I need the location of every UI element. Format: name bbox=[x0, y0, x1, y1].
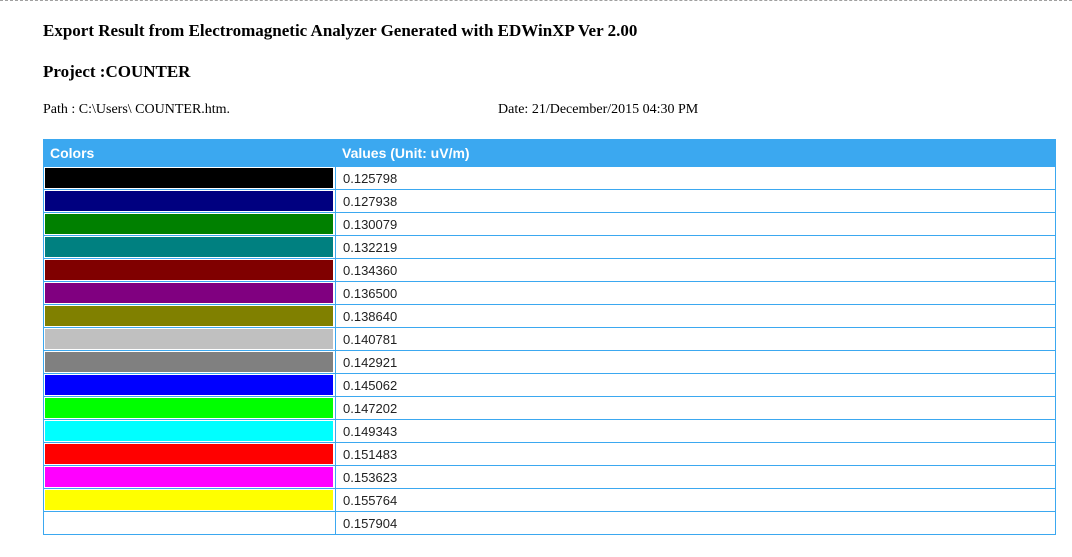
color-swatch bbox=[45, 214, 333, 234]
value-cell: 0.130079 bbox=[335, 212, 1056, 236]
value-cell: 0.138640 bbox=[335, 304, 1056, 328]
table-body: 0.125798 0.127938 0.130079 0.132219 0.134360… bbox=[43, 166, 1056, 535]
value-cell: 0.151483 bbox=[335, 442, 1056, 466]
color-swatch bbox=[45, 421, 333, 441]
color-cell bbox=[43, 235, 336, 259]
color-cell bbox=[43, 419, 336, 443]
color-cell bbox=[43, 304, 336, 328]
table-row: 0.157904 bbox=[43, 511, 1056, 535]
color-swatch bbox=[45, 237, 333, 257]
color-swatch bbox=[45, 444, 333, 464]
color-swatch bbox=[45, 398, 333, 418]
color-cell bbox=[43, 373, 336, 397]
top-divider bbox=[0, 0, 1072, 1]
color-swatch bbox=[45, 329, 333, 349]
color-swatch bbox=[45, 513, 333, 533]
color-cell bbox=[43, 166, 336, 190]
table-row: 0.155764 bbox=[43, 488, 1056, 512]
results-table: Colors Values (Unit: uV/m) 0.125798 0.127… bbox=[43, 139, 1056, 535]
colors-column-header: Colors bbox=[43, 139, 336, 167]
color-swatch bbox=[45, 191, 333, 211]
color-cell bbox=[43, 327, 336, 351]
value-cell: 0.145062 bbox=[335, 373, 1056, 397]
color-cell bbox=[43, 465, 336, 489]
value-cell: 0.127938 bbox=[335, 189, 1056, 213]
color-swatch bbox=[45, 490, 333, 510]
color-cell bbox=[43, 189, 336, 213]
value-cell: 0.125798 bbox=[335, 166, 1056, 190]
color-cell bbox=[43, 511, 336, 535]
file-path: Path : C:\Users\ COUNTER.htm. bbox=[43, 102, 231, 117]
values-column-header: Values (Unit: uV/m) bbox=[335, 139, 1056, 167]
value-cell: 0.149343 bbox=[335, 419, 1056, 443]
table-row: 0.138640 bbox=[43, 304, 1056, 328]
value-cell: 0.132219 bbox=[335, 235, 1056, 259]
project-name: Project :COUNTER bbox=[43, 62, 191, 81]
color-swatch bbox=[45, 168, 333, 188]
value-cell: 0.142921 bbox=[335, 350, 1056, 374]
value-cell: 0.134360 bbox=[335, 258, 1056, 282]
color-cell bbox=[43, 212, 336, 236]
color-swatch bbox=[45, 467, 333, 487]
table-row: 0.151483 bbox=[43, 442, 1056, 466]
value-cell: 0.140781 bbox=[335, 327, 1056, 351]
table-header-row: Colors Values (Unit: uV/m) bbox=[43, 139, 1056, 167]
table-row: 0.149343 bbox=[43, 419, 1056, 443]
color-cell bbox=[43, 396, 336, 420]
value-cell: 0.155764 bbox=[335, 488, 1056, 512]
value-cell: 0.136500 bbox=[335, 281, 1056, 305]
table-row: 0.132219 bbox=[43, 235, 1056, 259]
color-swatch bbox=[45, 260, 333, 280]
table-row: 0.147202 bbox=[43, 396, 1056, 420]
color-swatch bbox=[45, 375, 333, 395]
color-swatch bbox=[45, 306, 333, 326]
table-row: 0.153623 bbox=[43, 465, 1056, 489]
table-row: 0.145062 bbox=[43, 373, 1056, 397]
table-row: 0.125798 bbox=[43, 166, 1056, 190]
value-cell: 0.157904 bbox=[335, 511, 1056, 535]
table-row: 0.130079 bbox=[43, 212, 1056, 236]
color-cell bbox=[43, 442, 336, 466]
table-row: 0.136500 bbox=[43, 281, 1056, 305]
table-row: 0.127938 bbox=[43, 189, 1056, 213]
value-cell: 0.153623 bbox=[335, 465, 1056, 489]
color-cell bbox=[43, 258, 336, 282]
table-row: 0.140781 bbox=[43, 327, 1056, 351]
color-cell bbox=[43, 488, 336, 512]
table-row: 0.134360 bbox=[43, 258, 1056, 282]
color-cell bbox=[43, 281, 336, 305]
color-swatch bbox=[45, 352, 333, 372]
color-swatch bbox=[45, 283, 333, 303]
page-title: Export Result from Electromagnetic Analy… bbox=[43, 21, 638, 40]
value-cell: 0.147202 bbox=[335, 396, 1056, 420]
table-row: 0.142921 bbox=[43, 350, 1056, 374]
export-date: Date: 21/December/2015 04:30 PM bbox=[498, 102, 699, 117]
color-cell bbox=[43, 350, 336, 374]
